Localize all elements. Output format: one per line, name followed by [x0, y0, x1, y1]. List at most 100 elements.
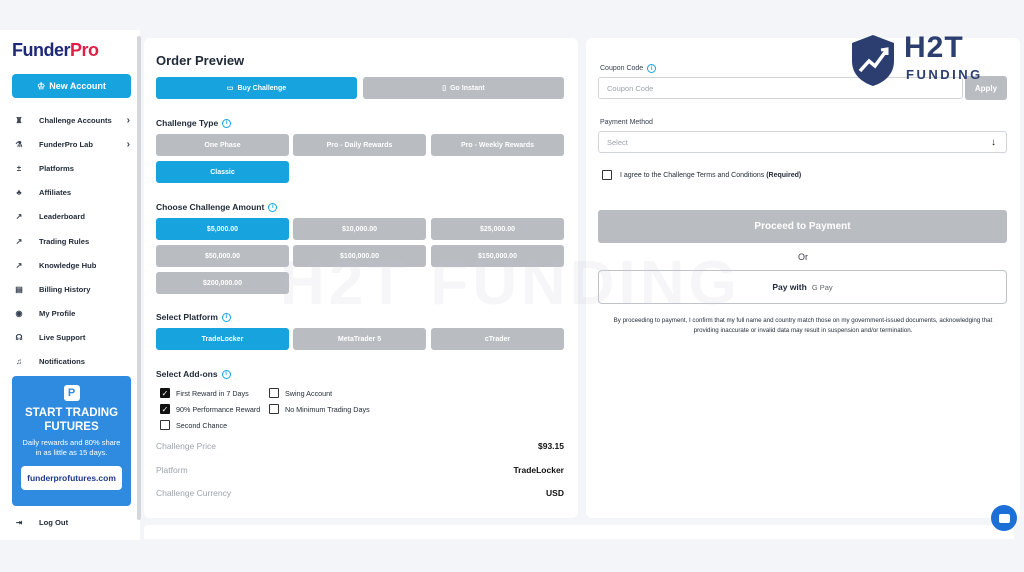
sidebar-item-platforms[interactable]: ± Platforms	[12, 156, 136, 180]
order-preview-title: Order Preview	[156, 53, 245, 68]
amount-200000[interactable]: $200,000.00	[156, 272, 289, 294]
amount-150000[interactable]: $150,000.00	[431, 245, 564, 267]
plus-minus-icon: ±	[16, 163, 22, 173]
amount-50000[interactable]: $50,000.00	[156, 245, 289, 267]
sidebar-item-label: Live Support	[39, 333, 86, 343]
chevron-right-icon: ›	[126, 114, 130, 126]
challenge-price: $93.15	[538, 441, 564, 451]
card-icon: ▭	[226, 85, 234, 92]
checkbox-checked[interactable]: ✓	[160, 388, 170, 398]
payment-disclaimer: By proceeding to payment, I confirm that…	[613, 317, 993, 334]
sidebar-item-label: Leaderboard	[39, 212, 85, 222]
sidebar-item-label: Knowledge Hub	[39, 260, 97, 270]
sidebar-item-label: Trading Rules	[39, 236, 90, 246]
or-divider: Or	[798, 252, 808, 262]
flask-icon: ⚗	[15, 139, 23, 149]
external-link-icon: ↗	[15, 212, 23, 222]
addon-second-chance[interactable]: Second Chance	[160, 420, 227, 430]
addon-first-reward[interactable]: ✓ First Reward in 7 Days	[160, 388, 249, 398]
bottom-panel-edge	[144, 525, 1014, 539]
info-icon[interactable]: i	[222, 118, 232, 128]
addon-no-min-trading-days[interactable]: No Minimum Trading Days	[269, 404, 370, 414]
new-account-label: New Account	[49, 81, 106, 91]
arrow-down-icon: ↓	[991, 136, 996, 148]
sidebar-item-label: Platforms	[39, 163, 75, 173]
sidebar-item-my-profile[interactable]: ◉ My Profile	[12, 302, 136, 326]
amount-10000[interactable]: $10,000.00	[293, 218, 426, 240]
addon-performance-reward[interactable]: ✓ 90% Performance Reward	[160, 404, 260, 414]
checkbox-unchecked[interactable]	[160, 420, 170, 430]
sidebar-item-label: Billing History	[39, 284, 91, 294]
new-account-button[interactable]: ♔ New Account	[12, 74, 131, 98]
platform-tradelocker[interactable]: TradeLocker	[156, 328, 289, 350]
brand-h2t: H2T	[904, 31, 964, 64]
addons-heading: Select Add-ons i	[156, 369, 231, 379]
promo-title: START TRADING FUTURES	[24, 407, 119, 433]
platform-metatrader5[interactable]: MetaTrader 5	[293, 328, 426, 350]
order-preview-card: Order Preview ▭ Buy Challenge ▯ Go Insta…	[144, 38, 578, 518]
platform-ctrader[interactable]: cTrader	[431, 328, 564, 350]
sidebar-item-challenge-accounts[interactable]: ♜ Challenge Accounts ›	[12, 108, 136, 132]
sidebar-item-notifications[interactable]: ♫ Notifications	[12, 350, 136, 374]
funderpro-logo[interactable]: FunderPro	[12, 40, 99, 61]
sidebar-scrollbar[interactable]	[137, 36, 141, 520]
h2t-funding-logo: H2T FUNDING	[850, 33, 990, 89]
google-pay-button[interactable]: Pay with G Pay	[598, 270, 1007, 304]
logout-icon: ⇥	[15, 518, 23, 527]
info-icon[interactable]: i	[647, 64, 657, 73]
challenge-type-heading: Challenge Type i	[156, 118, 232, 128]
sidebar-item-label: Notifications	[39, 357, 85, 367]
info-icon[interactable]: i	[268, 202, 278, 212]
sidebar-item-leaderboard[interactable]: ↗ Leaderboard	[12, 205, 136, 229]
people-icon: ♣	[16, 188, 22, 198]
payment-method-label: Payment Method	[600, 119, 653, 126]
challenge-type-classic[interactable]: Classic	[156, 161, 289, 183]
amount-100000[interactable]: $100,000.00	[293, 245, 426, 267]
external-link-icon: ↗	[15, 236, 23, 246]
sidebar-item-affiliates[interactable]: ♣ Affiliates	[12, 181, 136, 205]
sidebar-nav: ♜ Challenge Accounts › ⚗ FunderPro Lab › ± Plat…	[12, 108, 136, 374]
sidebar-item-label: My Profile	[39, 309, 76, 319]
summary-platform: TradeLocker	[513, 465, 564, 475]
google-pay-logo: G Pay	[811, 282, 833, 292]
checkbox-unchecked[interactable]	[269, 388, 279, 398]
terms-row[interactable]: I agree to the Challenge Terms and Condi…	[602, 170, 801, 180]
addon-swing-account[interactable]: Swing Account	[269, 388, 332, 398]
tab-go-instant[interactable]: ▯ Go Instant	[363, 77, 564, 99]
sidebar-item-live-support[interactable]: ☊ Live Support	[12, 326, 136, 350]
challenge-type-one-phase[interactable]: One Phase	[156, 134, 289, 156]
info-icon[interactable]: i	[221, 312, 231, 322]
challenge-amount-heading: Choose Challenge Amount i	[156, 202, 278, 212]
amount-5000[interactable]: $5,000.00	[156, 218, 289, 240]
proceed-to-payment-button[interactable]: Proceed to Payment	[598, 210, 1007, 243]
challenge-type-pro-daily[interactable]: Pro - Daily Rewards	[293, 134, 426, 156]
sidebar-item-label: Challenge Accounts	[39, 115, 112, 125]
promo-link-button[interactable]: funderprofutures.com	[21, 466, 122, 490]
bell-icon: ♫	[16, 357, 22, 367]
info-icon[interactable]: i	[221, 369, 231, 379]
summary-currency: USD	[546, 488, 564, 498]
summary-currency-row: Challenge Currency USD	[156, 488, 564, 498]
logout-button[interactable]: ⇥ Log Out	[12, 518, 68, 527]
checkbox-unchecked[interactable]	[269, 404, 279, 414]
chat-bubble-icon	[998, 513, 1010, 523]
sidebar-item-knowledge-hub[interactable]: ↗ Knowledge Hub	[12, 253, 136, 277]
checkbox-checked[interactable]: ✓	[160, 404, 170, 414]
challenge-type-pro-weekly[interactable]: Pro - Weekly Rewards	[431, 134, 564, 156]
chat-launcher-button[interactable]	[991, 505, 1017, 531]
payment-method-select[interactable]: Select ↓	[598, 131, 1007, 153]
chevron-right-icon: ›	[126, 138, 130, 150]
summary-platform-row: Platform TradeLocker	[156, 465, 564, 475]
terms-checkbox[interactable]	[602, 170, 612, 180]
external-link-icon: ↗	[15, 260, 23, 270]
profile-icon: ◉	[15, 309, 23, 319]
terms-text: I agree to the Challenge Terms and Condi…	[620, 171, 802, 179]
amount-25000[interactable]: $25,000.00	[431, 218, 564, 240]
sidebar-item-trading-rules[interactable]: ↗ Trading Rules	[12, 229, 136, 253]
sidebar-item-billing-history[interactable]: ▤ Billing History	[12, 277, 136, 301]
brand-funding: FUNDING	[906, 67, 983, 82]
sidebar-item-funderpro-lab[interactable]: ⚗ FunderPro Lab ›	[12, 132, 136, 156]
payment-card: Coupon Code i Coupon Code Apply Payment M…	[586, 38, 1020, 518]
promo-subtitle: Daily rewards and 80% share in as little…	[22, 438, 121, 457]
tab-buy-challenge[interactable]: ▭ Buy Challenge	[156, 77, 357, 99]
